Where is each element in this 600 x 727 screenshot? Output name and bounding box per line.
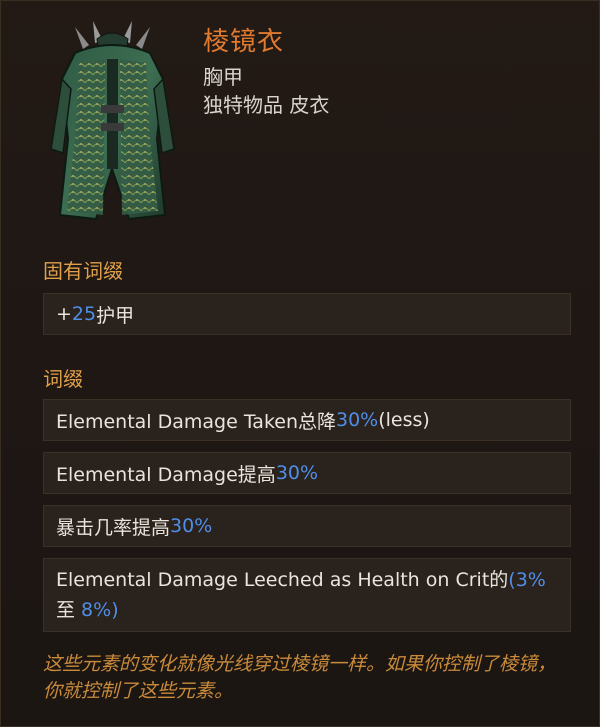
- item-rarity-type: 独特物品 皮衣: [203, 93, 330, 117]
- implicit-value: 25: [71, 303, 97, 325]
- item-name: 棱镜衣: [203, 27, 285, 57]
- flavor-text: 这些元素的变化就像光线穿过棱镜一样。如果你控制了棱镜，你就控制了这些元素。: [43, 653, 557, 702]
- affix-value: 30%: [170, 515, 213, 537]
- affix-value-max: 8%): [81, 599, 119, 621]
- affix-line: Elemental Damage提高 30%: [43, 452, 571, 494]
- item-tooltip: 棱镜衣 胸甲 独特物品 皮衣 固有词缀 +25 护甲 词缀 Elemental …: [0, 0, 600, 727]
- implicit-affix: +25 护甲: [43, 293, 571, 335]
- implicit-prefix: +: [56, 303, 72, 325]
- leather-coat-icon: [50, 21, 175, 221]
- affix-line: Elemental Damage Leeched as Health on Cr…: [43, 558, 571, 632]
- affix-text: 暴击几率提高: [56, 516, 171, 539]
- affix-suffix: (less): [378, 409, 430, 431]
- affix-text: Elemental Damage Taken总降: [56, 410, 336, 433]
- affix-section-title: 词缀: [43, 367, 83, 391]
- item-header: 棱镜衣 胸甲 独特物品 皮衣: [1, 1, 600, 241]
- affix-line: Elemental Damage Taken总降 30% (less): [43, 399, 571, 441]
- affix-text: Elemental Damage Leeched as Health on Cr…: [56, 569, 509, 591]
- affix-value: 30%: [275, 462, 319, 484]
- affix-value-min: (3%: [508, 569, 546, 591]
- affix-line: 暴击几率提高 30%: [43, 505, 571, 547]
- item-slot: 胸甲: [203, 65, 243, 89]
- implicit-section-title: 固有词缀: [43, 259, 123, 283]
- implicit-text: 护甲: [96, 304, 135, 327]
- affix-range-word: 至: [56, 599, 82, 621]
- affix-text: Elemental Damage提高: [56, 463, 276, 486]
- affix-multiline: Elemental Damage Leeched as Health on Cr…: [56, 565, 546, 625]
- affix-value: 30%: [336, 409, 379, 431]
